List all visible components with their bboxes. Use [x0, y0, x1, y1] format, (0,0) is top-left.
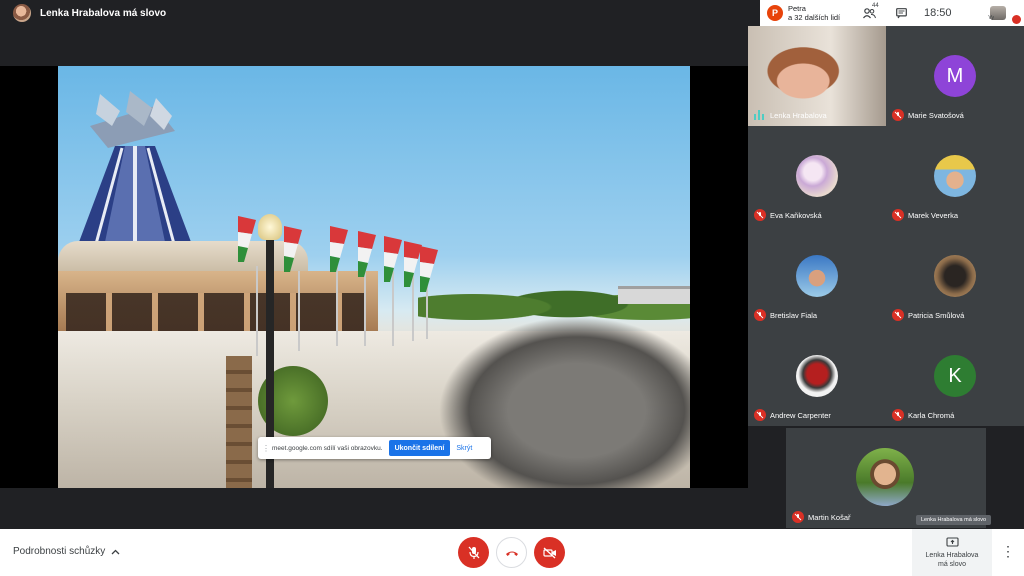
- present-now-button[interactable]: Lenka Hrabalova má slovo: [912, 529, 992, 576]
- top-right-panel: P Petra a 32 dalších lidí 44 18:50 Vy: [760, 0, 1024, 26]
- mic-off-icon: [892, 409, 904, 421]
- mic-off-icon: [892, 309, 904, 321]
- hang-up-icon: [505, 551, 518, 556]
- self-label: Vy: [988, 15, 994, 21]
- meeting-details-button[interactable]: Podrobnosti schůzky: [13, 546, 120, 557]
- participant-avatar: [934, 255, 976, 297]
- self-mic-off-icon: [1012, 15, 1021, 24]
- participant-avatar: [856, 448, 914, 506]
- meeting-details-label: Podrobnosti schůzky: [13, 546, 106, 557]
- people-count: 44: [872, 3, 879, 9]
- flag: [238, 216, 256, 262]
- participant-avatar: K: [934, 355, 976, 397]
- participant-name: Marek Veverka: [908, 211, 959, 220]
- participant-avatar: [796, 255, 838, 297]
- participant-tile[interactable]: M Marie Svatošová: [886, 26, 1024, 126]
- museum-building: [58, 271, 378, 336]
- participant-avatar: [934, 155, 976, 197]
- mic-off-icon: [754, 409, 766, 421]
- lying-statue: [438, 316, 690, 488]
- participants-line2: a 32 dalších lidí: [788, 13, 841, 22]
- participant-name: Patricia Smůlová: [908, 311, 965, 320]
- people-button[interactable]: 44: [856, 0, 882, 26]
- participant-avatar: P: [767, 5, 783, 21]
- participant-tile[interactable]: Patricia Smůlová: [886, 226, 1024, 326]
- flag-pole: [256, 266, 258, 356]
- flag-pole: [364, 266, 366, 346]
- mic-off-icon: [892, 109, 904, 121]
- microphone-toggle-button[interactable]: [458, 537, 489, 568]
- chat-button[interactable]: [888, 0, 914, 26]
- camera-off-icon: [542, 547, 556, 558]
- mic-off-icon: [892, 209, 904, 221]
- flag-pole: [392, 271, 394, 346]
- participant-avatar: [796, 155, 838, 197]
- presentation-stage: [0, 66, 748, 488]
- mic-off-icon: [754, 309, 766, 321]
- flag: [358, 231, 376, 277]
- top-bar: Lenka Hrabalova má slovo: [0, 0, 760, 26]
- lamp-head: [258, 214, 282, 240]
- flag: [420, 246, 438, 292]
- presenter-avatar: [13, 4, 31, 22]
- mic-off-icon: [754, 209, 766, 221]
- participant-name: Lenka Hrabalova: [770, 111, 827, 120]
- participant-tile[interactable]: Eva Kaňkovská: [748, 126, 886, 226]
- participant-name: Andrew Carpenter: [770, 411, 831, 420]
- presenter-title: Lenka Hrabalova má slovo: [40, 7, 167, 19]
- participant-avatar: M: [934, 55, 976, 97]
- mic-off-icon: [792, 511, 804, 523]
- participant-name: Bretislav Fiala: [770, 311, 818, 320]
- flag: [330, 226, 348, 272]
- participant-name: Martin Košař: [808, 513, 851, 522]
- mic-off-icon: [468, 546, 479, 559]
- share-notice-text: meet.google.com sdílí vaši obrazovku.: [272, 444, 383, 452]
- participant-tile[interactable]: Bretislav Fiala: [748, 226, 886, 326]
- participant-tile[interactable]: Marek Veverka: [886, 126, 1024, 226]
- participant-tile[interactable]: K Karla Chromá: [886, 326, 1024, 426]
- participant-tile[interactable]: Martin Košař: [786, 428, 986, 528]
- shared-screen-image: [58, 66, 690, 488]
- camera-toggle-button[interactable]: [534, 537, 565, 568]
- hide-banner-link[interactable]: Skrýt: [456, 445, 472, 452]
- participant-avatar: [796, 355, 838, 397]
- leave-call-button[interactable]: [496, 537, 527, 568]
- chat-icon: [895, 7, 907, 18]
- monument-tower: [70, 91, 200, 266]
- chevron-up-icon: [111, 549, 120, 554]
- bottom-bar: Podrobnosti schůzky Lenka Hrabalova má s…: [0, 529, 1024, 576]
- meet-window: Lenka Hrabalova má slovo P Petra a 32 da…: [0, 0, 1024, 576]
- flag: [384, 236, 402, 282]
- flag-pole: [298, 271, 300, 351]
- participants-line1: Petra: [788, 4, 806, 13]
- stop-sharing-button[interactable]: Ukončit sdílení: [388, 440, 451, 456]
- tooltip: Lenka Hrabalova má slovo: [916, 515, 992, 525]
- participant-name: Eva Kaňkovská: [770, 211, 822, 220]
- screen-share-banner: ⋮ meet.google.com sdílí vaši obrazovku. …: [258, 437, 491, 459]
- wooden-fence: [226, 356, 252, 488]
- speaking-indicator-icon: [754, 110, 766, 120]
- present-screen-icon: [945, 536, 959, 547]
- flag-pole: [336, 266, 338, 346]
- clock: 18:50: [924, 7, 952, 19]
- present-label: Lenka Hrabalova má slovo: [925, 551, 979, 568]
- drag-handle-icon[interactable]: ⋮: [262, 444, 270, 453]
- people-icon: [862, 7, 876, 18]
- participants-summary[interactable]: Petra a 32 dalších lidí: [788, 4, 850, 22]
- canopy: [618, 286, 690, 304]
- more-options-icon[interactable]: ⋮: [1001, 543, 1015, 563]
- participant-tile[interactable]: Andrew Carpenter: [748, 326, 886, 426]
- participant-name: Karla Chromá: [908, 411, 955, 420]
- participant-tile-video[interactable]: Lenka Hrabalova: [748, 26, 886, 126]
- flag: [284, 226, 302, 272]
- participant-name: Marie Svatošová: [908, 111, 964, 120]
